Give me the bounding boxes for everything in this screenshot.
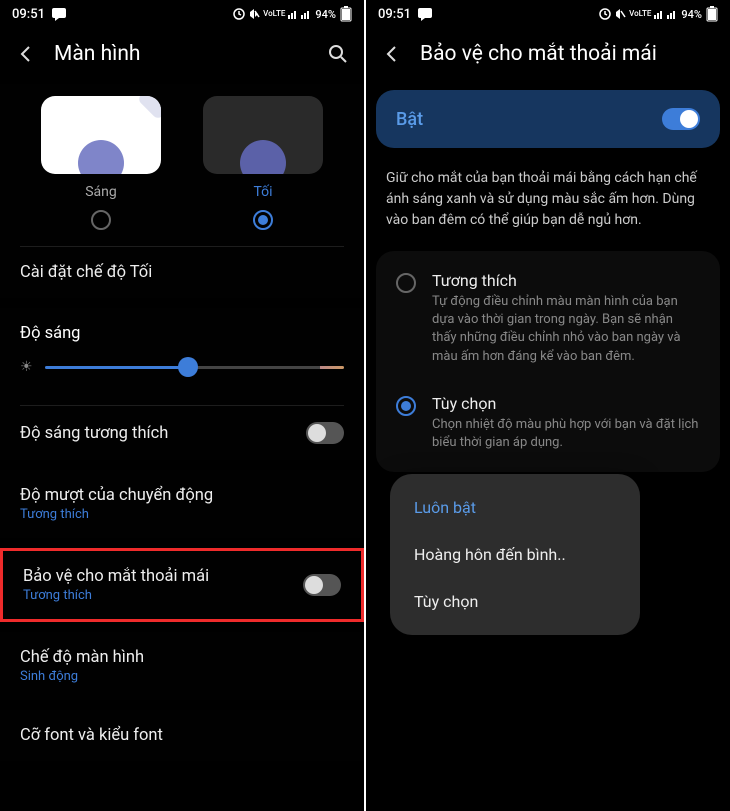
back-icon[interactable] [16,44,36,64]
mode-options: Tương thích Tự động điều chỉnh màu màn h… [376,251,720,472]
page-title: Màn hình [54,42,310,66]
screen-mode-item[interactable]: Chế độ màn hình Sinh động [0,632,364,700]
adaptive-brightness-item[interactable]: Độ sáng tương thích [0,406,364,460]
brightness-slider[interactable] [45,366,344,369]
option-adaptive[interactable]: Tương thích Tự động điều chỉnh màu màn h… [376,257,720,380]
brightness-slider-row: ☀ [0,351,364,395]
chat-icon [417,7,433,21]
theme-option-light[interactable]: Sáng [41,96,161,230]
theme-label-light: Sáng [85,184,117,200]
header: Màn hình [0,28,364,84]
slider-thumb[interactable] [178,357,198,377]
enable-toggle[interactable] [662,108,700,130]
option-custom[interactable]: Tùy chọn Chọn nhiệt độ màu phù hợp với b… [376,380,720,466]
sun-icon: ☀ [20,359,33,375]
eye-comfort-toggle[interactable] [303,574,341,596]
schedule-popup: Luôn bật Hoàng hôn đến bình.. Tùy chọn [390,474,640,635]
page-title: Bảo vệ cho mắt thoải mái [420,42,714,66]
light-preview [41,96,161,174]
phone-left-display-settings: 09:51 VoLTE 94% Màn hình [0,0,364,811]
font-item[interactable]: Cỡ font và kiểu font [0,710,364,761]
status-bar: 09:51 VoLTE 94% [366,0,730,28]
chat-icon [51,7,67,21]
battery-text: 94% [681,8,702,21]
theme-selector: Sáng Tối [0,84,364,236]
status-time: 09:51 [12,7,45,22]
enable-label: Bật [396,109,423,130]
dark-preview [203,96,323,174]
status-bar: 09:51 VoLTE 94% [0,0,364,28]
battery-text: 94% [315,8,336,21]
eye-comfort-item-highlighted: Bảo vệ cho mắt thoải mái Tương thích [0,548,364,622]
battery-icon [706,6,718,22]
radio-adaptive[interactable] [396,273,416,293]
status-icons: VoLTE [233,8,311,20]
popup-option-sunset[interactable]: Hoàng hôn đến bình.. [390,531,640,578]
theme-option-dark[interactable]: Tối [203,96,323,230]
feature-description: Giữ cho mắt của bạn thoải mái bằng cách … [366,154,730,245]
eye-comfort-item[interactable]: Bảo vệ cho mắt thoải mái Tương thích [3,551,361,619]
dark-mode-settings-item[interactable]: Cài đặt chế độ Tối [0,247,364,298]
search-icon[interactable] [328,44,348,64]
phone-right-eye-comfort: 09:51 VoLTE 94% Bảo vệ cho mắt thoải mái… [366,0,730,811]
back-icon[interactable] [382,44,402,64]
theme-label-dark: Tối [253,184,272,200]
popup-option-custom[interactable]: Tùy chọn [390,578,640,625]
header: Bảo vệ cho mắt thoải mái [366,28,730,84]
battery-icon [340,6,352,22]
radio-light[interactable] [91,210,111,230]
status-icons: VoLTE [599,8,677,20]
adaptive-brightness-toggle[interactable] [306,422,344,444]
status-time: 09:51 [378,7,411,22]
radio-dark[interactable] [253,210,273,230]
popup-option-always[interactable]: Luôn bật [390,484,640,531]
motion-smoothness-item[interactable]: Độ mượt của chuyển động Tương thích [0,470,364,538]
radio-custom[interactable] [396,396,416,416]
brightness-label: Độ sáng [0,308,364,351]
enable-toggle-bar[interactable]: Bật [376,90,720,148]
